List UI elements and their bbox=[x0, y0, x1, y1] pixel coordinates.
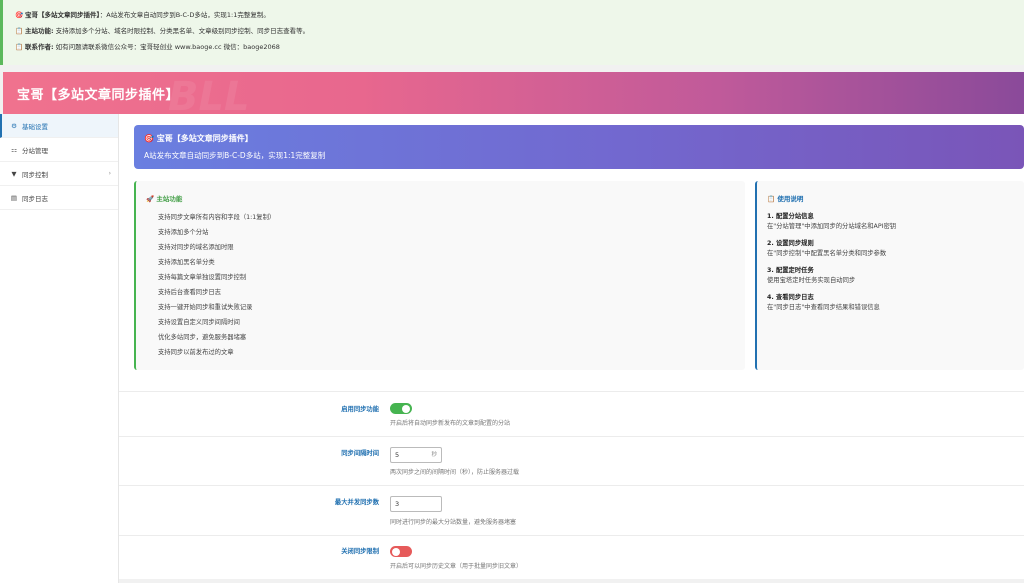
max-concurrent-help: 同时进行同步的最大分站数量，避免服务器堵塞 bbox=[390, 519, 517, 526]
sitemap-icon: ⚏ bbox=[11, 145, 17, 154]
rocket-icon: 🚀 bbox=[146, 195, 155, 203]
sync-interval-help: 两次同步之间的间隔时间（秒），防止服务器过载 bbox=[390, 469, 520, 476]
usage-card-title: 📋 使用说明 bbox=[767, 193, 803, 203]
divider bbox=[119, 579, 1024, 583]
features-card-title: 🚀 主站功能 bbox=[146, 193, 182, 203]
notice-line-intro: 🎯 宝哥【多站文章同步插件】：A站发布文章自动同步到B-C-D多站，实现1:1完整… bbox=[15, 7, 1012, 23]
clipboard-icon: 📋 bbox=[15, 43, 24, 51]
usage-step-desc: 使用宝塔定时任务实现自动同步 bbox=[767, 277, 856, 284]
setting-row-sync-interval: 同步间隔时间 5 秒 两次同步之间的间隔时间（秒），防止服务器过载 bbox=[119, 436, 1024, 485]
notice-plugin-desc: ：A站发布文章自动同步到B-C-D多站，实现1:1完整复制。 bbox=[99, 11, 270, 19]
max-concurrent-input[interactable]: 3 bbox=[390, 496, 442, 512]
sidebar-item-substation-management[interactable]: ⚏ 分站管理 bbox=[0, 138, 118, 162]
disable-limit-help: 开启后可以同步历史文章（用于批量同步旧文章） bbox=[390, 563, 523, 570]
feature-item: 支持对同步的域名添加时限 bbox=[158, 244, 234, 251]
settings-form: 启用同步功能 开启后将自动同步新发布的文章到配置的分站 同步间隔时间 5 秒 两… bbox=[119, 385, 1024, 583]
notice-features-label: 主站功能: bbox=[25, 27, 54, 35]
notice-contact-label: 联系作者: bbox=[25, 43, 54, 51]
clipboard-icon: 📋 bbox=[767, 195, 776, 203]
plugin-header: BLL 宝哥【多站文章同步插件】 bbox=[3, 72, 1024, 114]
sidebar-item-label: 同步日志 bbox=[22, 194, 48, 203]
header-watermark: BLL bbox=[168, 74, 250, 114]
main-content: 🎯 宝哥【多站文章同步插件】 A站发布文章自动同步到B-C-D多站，实现1:1完… bbox=[119, 114, 1024, 583]
sidebar-item-basic-settings[interactable]: ⚙ 基础设置 bbox=[0, 114, 118, 138]
notice-line-features: 📋 主站功能: 支持添加多个分站、域名时限控制、分类黑名单、文章级别同步控制、同步… bbox=[15, 23, 1012, 39]
sync-interval-unit: 秒 bbox=[431, 452, 437, 458]
notice-contact-text: 如有问题请联系微信公众号：宝哥轻创业 www.baoge.cc 微信：baoge… bbox=[53, 43, 280, 51]
features-title-text: 主站功能 bbox=[156, 195, 183, 203]
intro-banner: 🎯 宝哥【多站文章同步插件】 A站发布文章自动同步到B-C-D多站，实现1:1完… bbox=[134, 125, 1024, 169]
feature-item: 支持每篇文章单独设置同步控制 bbox=[158, 274, 247, 281]
notice-features-text: 支持添加多个分站、域名时限控制、分类黑名单、文章级别同步控制、同步日志查看等。 bbox=[53, 27, 310, 35]
enable-sync-label: 启用同步功能 bbox=[341, 406, 379, 413]
usage-step-desc: 在"同步控制"中配置黑名单分类和同步参数 bbox=[767, 250, 887, 257]
plugin-notice: 🎯 宝哥【多站文章同步插件】：A站发布文章自动同步到B-C-D多站，实现1:1完整… bbox=[0, 0, 1024, 65]
toggle-knob bbox=[392, 547, 400, 556]
usage-step-title: 2. 设置同步规则 bbox=[767, 240, 814, 247]
chevron-right-icon: › bbox=[108, 170, 111, 177]
feature-item: 支持同步以前发布过的文章 bbox=[158, 349, 234, 356]
notice-plugin-name: 宝哥【多站文章同步插件】 bbox=[25, 11, 100, 19]
sidebar: ⚙ 基础设置 ⚏ 分站管理 ▼ 同步控制 › ▤ 同步日志 bbox=[0, 114, 119, 583]
gear-icon: ⚙ bbox=[11, 121, 17, 130]
disable-limit-toggle[interactable] bbox=[390, 546, 412, 557]
setting-row-max-concurrent: 最大并发同步数 3 同时进行同步的最大分站数量，避免服务器堵塞 bbox=[119, 485, 1024, 535]
usage-step-title: 1. 配置分站信息 bbox=[767, 213, 814, 220]
usage-step-title: 3. 配置定时任务 bbox=[767, 267, 814, 274]
sync-interval-input[interactable]: 5 秒 bbox=[390, 447, 442, 463]
sidebar-item-label: 同步控制 bbox=[22, 170, 48, 179]
disable-limit-label: 关闭同步限制 bbox=[341, 548, 379, 555]
features-card: 🚀 主站功能 支持同步文章所有内容和字段（1:1复制） 支持添加多个分站 支持对… bbox=[134, 181, 745, 370]
sync-interval-value: 5 bbox=[395, 451, 400, 459]
max-concurrent-label: 最大并发同步数 bbox=[334, 499, 379, 506]
banner-subtitle: A站发布文章自动同步到B-C-D多站，实现1:1完整复制 bbox=[144, 151, 326, 160]
clipboard-icon: 📋 bbox=[15, 27, 24, 35]
banner-title: 🎯 宝哥【多站文章同步插件】 bbox=[144, 133, 253, 144]
sync-interval-label: 同步间隔时间 bbox=[341, 450, 379, 457]
filter-icon: ▼ bbox=[11, 169, 17, 178]
setting-row-enable-sync: 启用同步功能 开启后将自动同步新发布的文章到配置的分站 bbox=[119, 391, 1024, 436]
sidebar-item-label: 分站管理 bbox=[22, 146, 48, 155]
feature-item: 优化多站同步，避免服务器堵塞 bbox=[158, 334, 247, 341]
feature-item: 支持添加黑名单分类 bbox=[158, 259, 215, 266]
usage-step-title: 4. 查看同步日志 bbox=[767, 294, 814, 301]
setting-row-disable-limit: 关闭同步限制 开启后可以同步历史文章（用于批量同步旧文章） bbox=[119, 535, 1024, 579]
target-icon: 🎯 bbox=[15, 11, 24, 19]
page-title: 宝哥【多站文章同步插件】 bbox=[17, 88, 180, 103]
sidebar-item-label: 基础设置 bbox=[22, 122, 48, 131]
sidebar-item-sync-control[interactable]: ▼ 同步控制 › bbox=[0, 162, 118, 186]
feature-item: 支持后台查看同步日志 bbox=[158, 289, 221, 296]
feature-item: 支持一键开始同步和重试失败记录 bbox=[158, 304, 253, 311]
max-concurrent-value: 3 bbox=[395, 500, 400, 508]
usage-card: 📋 使用说明 1. 配置分站信息 在"分站管理"中添加同步的分站域名和API密钥… bbox=[755, 181, 1024, 370]
toggle-knob bbox=[402, 404, 410, 413]
banner-title-text: 宝哥【多站文章同步插件】 bbox=[156, 134, 253, 143]
usage-step-desc: 在"同步日志"中查看同步结果和错误信息 bbox=[767, 304, 880, 311]
usage-title-text: 使用说明 bbox=[777, 195, 804, 203]
feature-item: 支持添加多个分站 bbox=[158, 229, 209, 236]
enable-sync-help: 开启后将自动同步新发布的文章到配置的分站 bbox=[390, 420, 511, 427]
usage-step-desc: 在"分站管理"中添加同步的分站域名和API密钥 bbox=[767, 223, 897, 230]
feature-item: 支持设置自定义同步间隔时间 bbox=[158, 319, 240, 326]
target-icon: 🎯 bbox=[144, 134, 154, 143]
sidebar-item-sync-log[interactable]: ▤ 同步日志 bbox=[0, 186, 118, 210]
enable-sync-toggle[interactable] bbox=[390, 403, 412, 414]
list-icon: ▤ bbox=[10, 193, 18, 202]
notice-line-contact: 📋 联系作者: 如有问题请联系微信公众号：宝哥轻创业 www.baoge.cc 微… bbox=[15, 39, 1012, 55]
feature-item: 支持同步文章所有内容和字段（1:1复制） bbox=[158, 214, 276, 221]
